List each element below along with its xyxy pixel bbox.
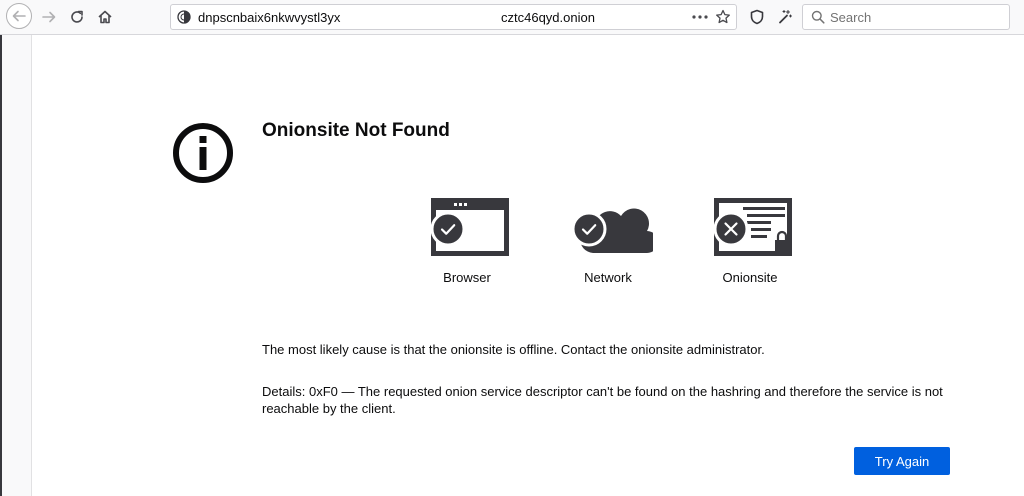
page-actions-icon bbox=[692, 15, 708, 19]
forward-button[interactable] bbox=[36, 4, 62, 30]
home-icon bbox=[98, 10, 112, 24]
home-button[interactable] bbox=[92, 4, 118, 30]
bookmark-button[interactable] bbox=[713, 8, 733, 26]
reload-icon bbox=[71, 10, 83, 23]
diagram-onionsite: Onionsite bbox=[695, 196, 805, 285]
diagram-network: Network bbox=[553, 196, 663, 285]
back-icon bbox=[12, 10, 26, 22]
shield-icon bbox=[750, 9, 764, 25]
window-edge bbox=[0, 35, 2, 496]
search-icon bbox=[811, 10, 825, 24]
page-title: Onionsite Not Found bbox=[262, 120, 450, 141]
magic-wand-icon bbox=[779, 9, 793, 24]
onionsite-server-icon bbox=[713, 198, 792, 256]
diagram-browser: Browser bbox=[412, 196, 522, 285]
browser-toolbar: dnpscnbaix6nkwvystl3yx cztc46qyd.onion bbox=[0, 0, 1024, 35]
diagram-label-onionsite: Onionsite bbox=[722, 270, 778, 285]
url-redaction bbox=[354, 8, 499, 26]
error-details-text: Details: 0xF0 — The requested onion serv… bbox=[262, 384, 943, 416]
url-text[interactable]: dnpscnbaix6nkwvystl3yx bbox=[198, 10, 340, 25]
back-button[interactable] bbox=[6, 3, 32, 29]
security-level-button[interactable] bbox=[744, 4, 770, 30]
address-bar[interactable]: dnpscnbaix6nkwvystl3yx cztc46qyd.onion bbox=[170, 4, 737, 30]
try-again-button[interactable]: Try Again bbox=[854, 447, 950, 475]
diagram-label-browser: Browser bbox=[443, 270, 491, 285]
page-actions-button[interactable] bbox=[690, 8, 710, 26]
bookmark-star-icon bbox=[716, 9, 730, 24]
onion-identity-icon[interactable] bbox=[177, 10, 191, 24]
cloud-icon bbox=[571, 208, 653, 253]
new-identity-button[interactable] bbox=[772, 4, 798, 30]
search-input[interactable] bbox=[830, 8, 1000, 26]
sidebar-edge bbox=[0, 35, 32, 496]
info-icon bbox=[173, 123, 233, 183]
error-cause-text: The most likely cause is that the onions… bbox=[262, 342, 765, 357]
diagram-label-network: Network bbox=[584, 270, 632, 285]
reload-button[interactable] bbox=[64, 4, 90, 30]
forward-icon bbox=[42, 11, 56, 23]
search-bar[interactable] bbox=[802, 4, 1010, 30]
browser-window-icon bbox=[430, 198, 509, 256]
url-text-suffix[interactable]: cztc46qyd.onion bbox=[501, 10, 595, 25]
